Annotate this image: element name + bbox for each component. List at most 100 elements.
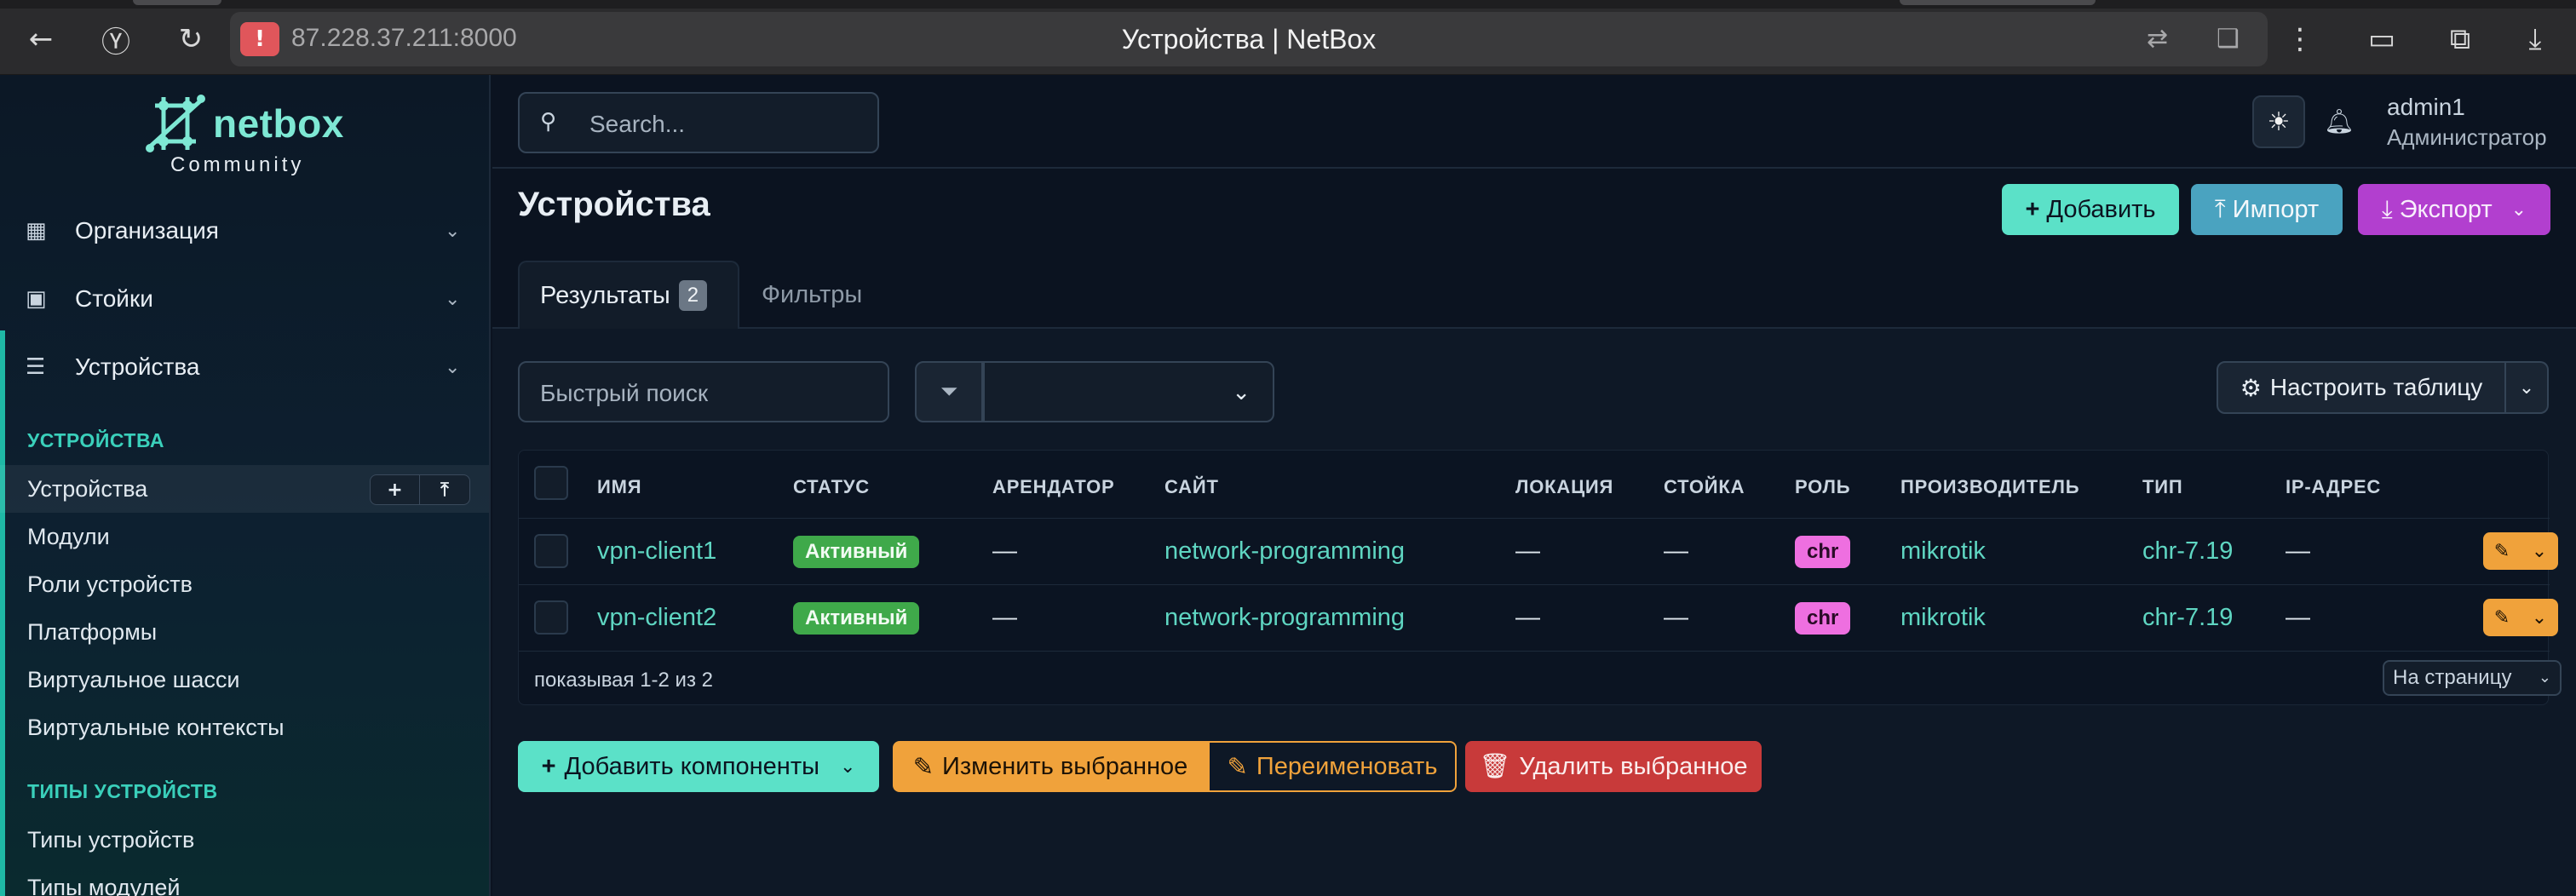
configure-table-dropdown[interactable]: ⌄: [2506, 361, 2549, 414]
sidebar-group-label: Устройства: [75, 353, 200, 380]
user-role: Администратор: [2387, 124, 2547, 150]
plus-icon: +: [2025, 195, 2040, 223]
device-name-link[interactable]: vpn-client2: [597, 604, 716, 632]
sun-icon: ☀: [2267, 106, 2291, 137]
saved-filter-select[interactable]: ⌄: [983, 361, 1274, 422]
add-components-label: Добавить компоненты: [564, 752, 819, 780]
quick-search-input[interactable]: [540, 376, 872, 411]
role-badge[interactable]: chr: [1795, 602, 1851, 635]
quick-search[interactable]: [518, 361, 889, 422]
table-row: vpn-client1 Активный — network-programmi…: [519, 519, 2558, 585]
edit-selected-button[interactable]: ✎ Изменить выбранное: [893, 741, 1208, 792]
chevron-down-icon[interactable]: ⌄: [2521, 541, 2558, 562]
sidebar-item-label: Платформы: [27, 618, 158, 645]
column-header-rack[interactable]: СТОЙКА: [1664, 476, 1745, 498]
theme-toggle-button[interactable]: ☀: [2252, 95, 2305, 148]
sidebar-item-device-roles[interactable]: Роли устройств: [0, 560, 489, 608]
sidebar: netbox Community ▦ Организация ⌄ ▣ Стойк…: [0, 75, 491, 896]
sidebar-group-racks[interactable]: ▣ Стойки ⌄: [0, 269, 489, 329]
ip-cell: —: [2286, 537, 2310, 565]
edit-selected-label: Изменить выбранное: [942, 752, 1188, 780]
pencil-icon: ✎: [1227, 753, 1248, 781]
sidebar-group-organization[interactable]: ▦ Организация ⌄: [0, 201, 489, 261]
column-header-type[interactable]: ТИП: [2142, 476, 2182, 498]
role-badge[interactable]: chr: [1795, 536, 1851, 568]
site-link[interactable]: network-programming: [1164, 604, 1405, 632]
column-header-role[interactable]: РОЛЬ: [1795, 476, 1850, 498]
reload-icon[interactable]: ↻: [170, 19, 211, 60]
table-row: vpn-client2 Активный — network-programmi…: [519, 585, 2558, 652]
sidebar-group-label: Стойки: [75, 285, 153, 312]
menu-dots-icon[interactable]: ⋮: [2280, 19, 2320, 60]
delete-selected-button[interactable]: 🗑︎ Удалить выбранное: [1465, 741, 1762, 792]
rename-label: Переименовать: [1256, 752, 1438, 780]
chevron-down-icon: ⌄: [2518, 376, 2535, 399]
row-checkbox[interactable]: [534, 534, 568, 568]
sidebar-item-platforms[interactable]: Платформы: [0, 608, 489, 656]
chevron-down-icon: ⌄: [2538, 669, 2551, 686]
netbox-logo[interactable]: netbox Community: [145, 94, 366, 179]
sidebar-item-actions: + ⤒: [370, 474, 470, 505]
rename-button[interactable]: ✎ Переименовать: [1208, 741, 1457, 792]
column-header-site[interactable]: САЙТ: [1164, 476, 1219, 498]
tab-results[interactable]: Результаты 2: [518, 261, 739, 329]
sidebar-group-devices[interactable]: ☰ Устройства ⌄: [0, 337, 489, 397]
rack-cell: —: [1664, 537, 1688, 565]
manufacturer-link[interactable]: mikrotik: [1900, 604, 1986, 632]
logo-subtitle: Community: [170, 153, 305, 176]
back-icon[interactable]: ←: [20, 19, 61, 60]
sidebar-item-virtual-contexts[interactable]: Виртуальные контексты: [0, 704, 489, 751]
address-bar[interactable]: ! 87.228.37.211:8000 Устройства | NetBox…: [230, 12, 2268, 66]
column-header-manufacturer[interactable]: ПРОИЗВОДИТЕЛЬ: [1900, 476, 2079, 498]
import-button[interactable]: ⤒ Импорт: [2191, 184, 2343, 235]
battery-icon: ▭: [2367, 22, 2396, 56]
sidebar-item-modules[interactable]: Модули: [0, 513, 489, 560]
sidebar-item-device-types[interactable]: Типы устройств: [0, 816, 489, 864]
browser-tab[interactable]: [133, 0, 221, 5]
sidebar-item-label: Виртуальное шасси: [27, 666, 240, 692]
add-button-label: Добавить: [2046, 195, 2156, 223]
configure-table-button[interactable]: ⚙ Настроить таблицу: [2217, 361, 2506, 414]
add-button[interactable]: + Добавить: [2002, 184, 2179, 235]
column-header-ip[interactable]: IP-АДРЕС: [2286, 476, 2381, 498]
yandex-icon[interactable]: Ⓨ: [95, 19, 136, 60]
user-name[interactable]: admin1: [2387, 94, 2465, 121]
device-name-link[interactable]: vpn-client1: [597, 537, 716, 566]
column-header-location[interactable]: ЛОКАЦИЯ: [1515, 476, 1613, 498]
pencil-icon: ✎: [2493, 606, 2510, 629]
add-device-button[interactable]: +: [371, 475, 421, 504]
netbox-logo-icon: [146, 95, 205, 152]
row-edit-button[interactable]: ✎ ⌄: [2483, 599, 2558, 636]
per-page-select[interactable]: На страницу ⌄: [2383, 660, 2562, 696]
translate-icon[interactable]: ⇄: [2147, 24, 2168, 54]
search-input[interactable]: [589, 107, 862, 141]
manufacturer-link[interactable]: mikrotik: [1900, 537, 1986, 566]
column-header-name[interactable]: ИМЯ: [597, 476, 641, 498]
bell-icon[interactable]: 🔔︎: [2324, 107, 2355, 135]
global-search[interactable]: ⚲: [518, 92, 879, 153]
download-icon[interactable]: ⤓: [2515, 19, 2556, 60]
tab-filters[interactable]: Фильтры: [762, 261, 862, 329]
filter-icon[interactable]: ⏷: [915, 361, 983, 422]
sidebar-item-virtual-chassis[interactable]: Виртуальное шасси: [0, 656, 489, 704]
import-button-label: Импорт: [2232, 195, 2320, 223]
configure-table-label: Настроить таблицу: [2269, 374, 2483, 400]
downloads-panel-icon[interactable]: ⧉: [2440, 19, 2481, 60]
chevron-down-icon: ⌄: [445, 220, 461, 242]
select-all-checkbox[interactable]: [534, 466, 568, 500]
column-header-status[interactable]: СТАТУС: [793, 476, 870, 498]
browser-tab[interactable]: [1900, 0, 2096, 5]
export-button[interactable]: ⤓ Экспорт ⌄: [2358, 184, 2550, 235]
bookmark-icon[interactable]: ❑: [2217, 24, 2240, 54]
site-link[interactable]: network-programming: [1164, 537, 1405, 566]
column-header-tenant[interactable]: АРЕНДАТОР: [992, 476, 1114, 498]
device-type-link[interactable]: chr-7.19: [2142, 604, 2233, 632]
device-type-link[interactable]: chr-7.19: [2142, 537, 2233, 566]
sidebar-item-module-types[interactable]: Типы модулей: [0, 864, 489, 896]
row-edit-button[interactable]: ✎ ⌄: [2483, 532, 2558, 570]
add-components-button[interactable]: + Добавить компоненты ⌄: [518, 741, 879, 792]
chevron-down-icon[interactable]: ⌄: [2521, 607, 2558, 629]
import-device-button[interactable]: ⤒: [420, 475, 469, 504]
row-checkbox[interactable]: [534, 600, 568, 635]
sidebar-item-devices[interactable]: Устройства + ⤒: [0, 465, 489, 513]
